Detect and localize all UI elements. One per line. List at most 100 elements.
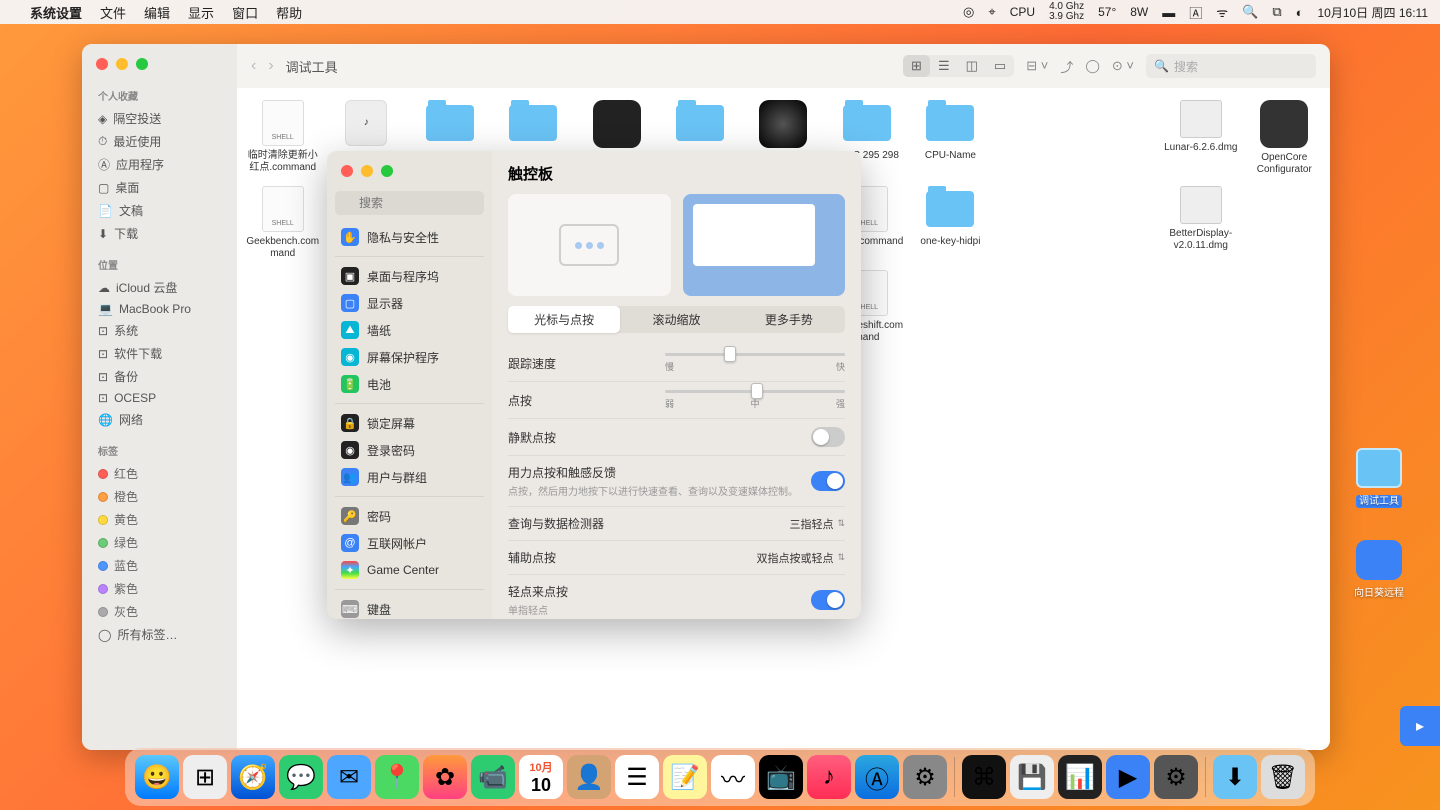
view-list-icon[interactable]: ☰ (930, 55, 958, 77)
tag-red[interactable]: 红色 (82, 462, 237, 485)
minimize-button[interactable] (116, 58, 128, 70)
dock-activity-icon[interactable]: 📊 (1058, 755, 1102, 799)
group-menu-icon[interactable]: ⊟ ˅ (1026, 58, 1048, 74)
dock-messages-icon[interactable]: 💬 (279, 755, 323, 799)
dock-launchpad-icon[interactable]: ⊞ (183, 755, 227, 799)
finder-search[interactable]: 🔍 搜索 (1146, 54, 1316, 78)
tab-more-gestures[interactable]: 更多手势 (733, 306, 845, 333)
tag-icon[interactable]: ◯ (1085, 58, 1100, 74)
dock-facetime-icon[interactable]: 📹 (471, 755, 515, 799)
sidebar-item-desktop[interactable]: ▢ 桌面 (82, 176, 237, 199)
dock-contacts-icon[interactable]: 👤 (567, 755, 611, 799)
sidebar-item-system[interactable]: ⊡ 系统 (82, 319, 237, 342)
sidebar-item-screensaver[interactable]: ◉屏幕保护程序 (335, 344, 484, 370)
menu-file[interactable]: 文件 (100, 3, 126, 22)
sidebar-item-airdrop[interactable]: ◈ 隔空投送 (82, 107, 237, 130)
tab-scroll-zoom[interactable]: 滚动缩放 (620, 306, 732, 333)
silent-click-switch[interactable] (811, 427, 845, 447)
sidebar-item-ocesp[interactable]: ⊡ OCESP (82, 388, 237, 408)
dock-safari-icon[interactable]: 🧭 (231, 755, 275, 799)
zoom-button[interactable] (136, 58, 148, 70)
secondary-click-popup[interactable]: 双指点按或轻点⇅ (756, 550, 845, 566)
sidebar-item-backup[interactable]: ⊡ 备份 (82, 365, 237, 388)
side-panel-button[interactable]: ▸ (1400, 706, 1440, 746)
file-item[interactable]: CPU-Name (911, 100, 990, 176)
sidebar-item-displays[interactable]: ▢显示器 (335, 290, 484, 316)
minimize-button[interactable] (361, 165, 373, 177)
sidebar-item-wallpaper[interactable]: ⛰墙纸 (335, 317, 484, 343)
sidebar-item-internet[interactable]: @互联网帐户 (335, 530, 484, 556)
cursor-icon[interactable]: ⌖ (988, 4, 995, 20)
dock-downloads-icon[interactable]: ⬇ (1213, 755, 1257, 799)
tag-grey[interactable]: 灰色 (82, 600, 237, 623)
tap-click-switch[interactable] (811, 590, 845, 610)
file-item[interactable]: OpenCore Configurator (1245, 100, 1324, 176)
dock-trash-icon[interactable]: 🗑 (1261, 755, 1305, 799)
control-center-icon[interactable]: ⧉ (1272, 4, 1281, 20)
view-gallery-icon[interactable]: ▭ (986, 55, 1014, 77)
dock-finder-icon[interactable]: 😀 (135, 755, 179, 799)
sidebar-item-software[interactable]: ⊡ 软件下载 (82, 342, 237, 365)
sidebar-item-downloads[interactable]: ⬇ 下载 (82, 222, 237, 245)
stats-icon[interactable]: ◎ (963, 4, 974, 20)
dock-notes-icon[interactable]: 📝 (663, 755, 707, 799)
sidebar-item-documents[interactable]: 📄 文稿 (82, 199, 237, 222)
wifi-icon[interactable]: ᯤ (1216, 3, 1228, 21)
sidebar-item-keyboard[interactable]: ⌨键盘 (335, 596, 484, 619)
desktop-folder-debug[interactable]: 调试工具 (1348, 448, 1410, 507)
tab-point-click[interactable]: 光标与点按 (508, 306, 620, 333)
click-slider[interactable]: 弱中强 (665, 390, 845, 410)
input-source-icon[interactable]: 🄰 (1189, 3, 1202, 22)
sidebar-item-users[interactable]: 👥用户与群组 (335, 464, 484, 490)
menu-help[interactable]: 帮助 (276, 3, 302, 22)
menu-window[interactable]: 窗口 (232, 3, 258, 22)
sidebar-item-icloud[interactable]: ☁ iCloud 云盘 (82, 276, 237, 299)
file-item[interactable]: BetterDisplay-v2.0.11.dmg (1161, 186, 1240, 260)
dock-mail-icon[interactable]: ✉ (327, 755, 371, 799)
dock-reminders-icon[interactable]: ☰ (615, 755, 659, 799)
sidebar-item-recents[interactable]: ⏱ 最近使用 (82, 130, 237, 153)
dock-diskutil-icon[interactable]: 💾 (1010, 755, 1054, 799)
zoom-button[interactable] (381, 165, 393, 177)
share-icon[interactable]: ⤴ (1060, 57, 1073, 76)
file-item[interactable]: one-key-hidpi (911, 186, 990, 260)
dock-terminal-icon[interactable]: ⌘ (962, 755, 1006, 799)
view-control[interactable]: ⊞ ☰ ◫ ▭ (903, 55, 1014, 77)
dock-todesk-icon[interactable]: ▶ (1106, 755, 1150, 799)
close-button[interactable] (341, 165, 353, 177)
app-menu-title[interactable]: 系统设置 (30, 3, 82, 22)
sidebar-item-macbook[interactable]: 💻 MacBook Pro (82, 299, 237, 319)
tag-blue[interactable]: 蓝色 (82, 554, 237, 577)
sidebar-item-dock[interactable]: ▣桌面与程序坞 (335, 263, 484, 289)
dock-maps-icon[interactable]: 📍 (375, 755, 419, 799)
dock-music-icon[interactable]: ♪ (807, 755, 851, 799)
dock-calendar-icon[interactable]: 10月10 (519, 755, 563, 799)
dock-freeform-icon[interactable]: 〰 (711, 755, 755, 799)
sidebar-item-password[interactable]: ◉登录密码 (335, 437, 484, 463)
close-button[interactable] (96, 58, 108, 70)
dock-settings-icon[interactable]: ⚙ (903, 755, 947, 799)
nav-forward-icon[interactable]: › (268, 57, 273, 75)
menu-edit[interactable]: 编辑 (144, 3, 170, 22)
tag-purple[interactable]: 紫色 (82, 577, 237, 600)
view-columns-icon[interactable]: ◫ (958, 55, 986, 77)
sidebar-item-applications[interactable]: Ⓐ 应用程序 (82, 153, 237, 176)
settings-search[interactable] (335, 191, 484, 215)
force-click-switch[interactable] (811, 471, 845, 491)
view-icons-icon[interactable]: ⊞ (903, 55, 930, 77)
sidebar-item-gamecenter[interactable]: ✦Game Center (335, 557, 484, 583)
dock-appstore-icon[interactable]: Ⓐ (855, 755, 899, 799)
desktop-app-sunlogin[interactable]: 向日葵远程 (1348, 540, 1410, 599)
siri-icon[interactable]: ◐ (1296, 5, 1304, 20)
file-item[interactable]: SHELLGeekbench.command (243, 186, 322, 260)
sidebar-item-battery[interactable]: 🔋电池 (335, 371, 484, 397)
tracking-speed-slider[interactable]: 慢快 (665, 353, 845, 373)
tag-green[interactable]: 绿色 (82, 531, 237, 554)
sidebar-item-network[interactable]: 🌐 网络 (82, 408, 237, 431)
lookup-popup[interactable]: 三指轻点⇅ (789, 516, 845, 532)
date-time[interactable]: 10月10日 周四 16:11 (1317, 4, 1428, 21)
sidebar-item-lockscreen[interactable]: 🔒锁定屏幕 (335, 410, 484, 436)
sidebar-item-privacy[interactable]: ✋隐私与安全性 (335, 224, 484, 250)
sidebar-item-passwords[interactable]: 🔑密码 (335, 503, 484, 529)
battery-icon[interactable]: ▬ (1162, 5, 1175, 20)
